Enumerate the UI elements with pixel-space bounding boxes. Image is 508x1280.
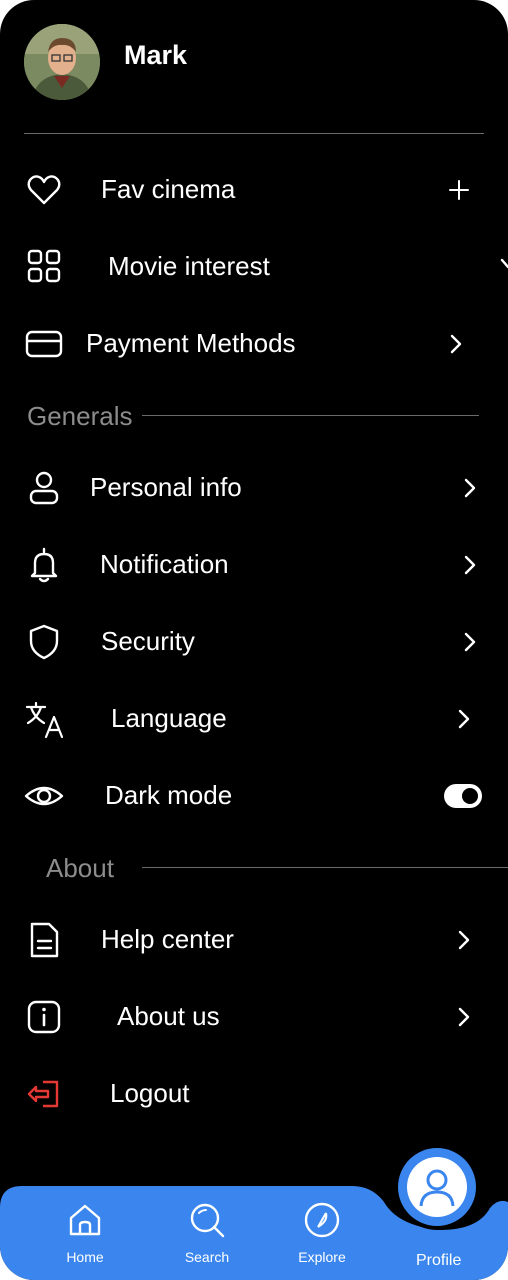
menu-item-about-us[interactable]: About us (0, 987, 508, 1047)
nav-explore-label: Explore (298, 1249, 346, 1265)
nav-home[interactable]: Home (45, 1200, 125, 1265)
about-divider (142, 867, 508, 868)
generals-divider (142, 415, 479, 416)
avatar[interactable] (24, 24, 100, 100)
dark-mode-label: Dark mode (105, 780, 233, 810)
profile-fab (398, 1148, 476, 1226)
toggle-knob (462, 788, 478, 804)
shield-icon (29, 624, 59, 660)
profile-screen: Mark Fav cinema Movie interest Payment M… (0, 0, 508, 1280)
plus-icon[interactable] (449, 180, 469, 200)
chevron-right-icon (450, 334, 462, 354)
user-circle-icon (407, 1157, 467, 1217)
menu-item-personal-info[interactable]: Personal info (0, 458, 508, 518)
nav-search-label: Search (184, 1249, 230, 1265)
personal-info-label: Personal info (90, 472, 242, 502)
compass-icon (304, 1202, 340, 1238)
help-center-label: Help center (101, 924, 234, 954)
security-label: Security (101, 626, 195, 656)
chevron-right-icon (464, 632, 476, 652)
translate-icon (25, 701, 64, 739)
logout-label: Logout (110, 1078, 190, 1108)
credit-card-icon (25, 330, 63, 358)
menu-item-payment-methods[interactable]: Payment Methods (0, 314, 508, 374)
menu-item-language[interactable]: Language (0, 689, 508, 749)
nav-explore[interactable]: Explore (282, 1200, 362, 1265)
logout-icon (27, 1080, 59, 1108)
section-about: About (46, 853, 114, 883)
heart-icon (27, 175, 61, 205)
menu-item-fav-cinema[interactable]: Fav cinema (0, 160, 508, 220)
menu-item-logout[interactable]: Logout (0, 1064, 508, 1124)
chevron-right-icon (464, 555, 476, 575)
nav-profile-label: Profile (416, 1252, 462, 1269)
about-us-label: About us (117, 1001, 220, 1031)
fav-cinema-label: Fav cinema (101, 174, 236, 204)
notification-label: Notification (100, 549, 229, 579)
grid-icon (27, 249, 61, 283)
nav-search[interactable]: Search (167, 1200, 247, 1265)
menu-item-security[interactable]: Security (0, 612, 508, 672)
home-icon (69, 1204, 101, 1236)
chevron-right-icon (458, 930, 470, 950)
info-icon (27, 1000, 61, 1034)
search-icon (190, 1203, 225, 1238)
user-icon (29, 471, 59, 505)
eye-icon (24, 786, 64, 806)
dark-mode-toggle[interactable] (444, 784, 482, 808)
chevron-right-icon (458, 709, 470, 729)
menu-item-help-center[interactable]: Help center (0, 910, 508, 970)
nav-home-label: Home (66, 1249, 104, 1265)
payment-methods-label: Payment Methods (86, 328, 296, 358)
menu-item-notification[interactable]: Notification (0, 535, 508, 595)
language-label: Language (111, 703, 227, 733)
chevron-right-icon (458, 1007, 470, 1027)
movie-interest-label: Movie interest (108, 251, 270, 281)
document-icon (30, 922, 59, 958)
bell-icon (30, 547, 58, 583)
menu-item-movie-interest[interactable]: Movie interest (0, 237, 508, 297)
menu-item-dark-mode: Dark mode (0, 766, 508, 826)
chevron-right-icon (500, 258, 508, 269)
nav-profile[interactable] (394, 1144, 480, 1230)
profile-header (24, 24, 100, 100)
section-generals: Generals (27, 401, 133, 431)
profile-name: Mark (124, 40, 188, 70)
header-divider (24, 133, 484, 134)
chevron-right-icon (464, 478, 476, 498)
